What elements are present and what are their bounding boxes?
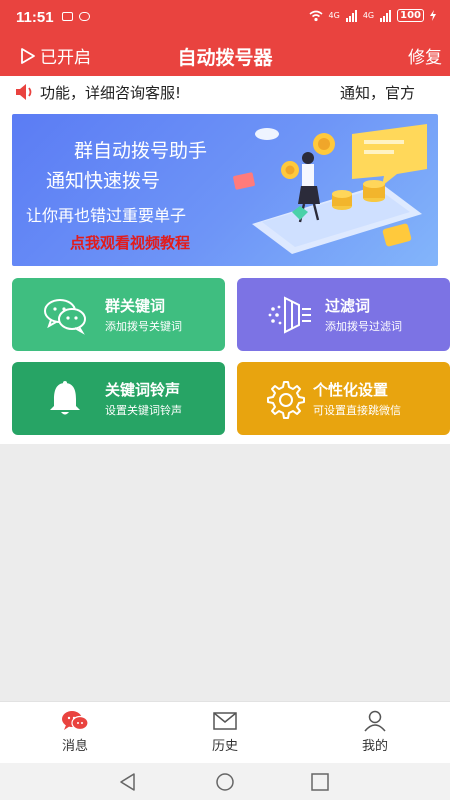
banner-line-1: 群自动拨号助手 (74, 140, 208, 162)
signal-icon-2 (380, 9, 392, 22)
tutorial-banner[interactable]: 群自动拨号助手 通知快速拨号 让你再也错过重要单子 点我观看视频教程 (12, 114, 438, 266)
card-subtitle: 设置关键词铃声 (105, 404, 182, 417)
card-group-keywords[interactable]: 群关键词 添加拨号关键词 (12, 278, 225, 351)
bell-icon (50, 381, 80, 415)
status-notification-icons (62, 12, 90, 21)
status-time: 11:51 (16, 9, 54, 26)
speaker-icon (14, 83, 36, 101)
signal-icon (345, 9, 357, 22)
back-icon[interactable] (118, 772, 138, 792)
message-notification-icon (62, 12, 73, 21)
wechat-icon (44, 299, 86, 335)
chat-icon (62, 711, 89, 731)
card-personalization[interactable]: 个性化设置 可设置直接跳微信 (237, 362, 450, 435)
charging-icon (430, 10, 436, 21)
chat-notification-icon (79, 12, 90, 21)
tab-label: 我的 (361, 739, 388, 754)
status-bar: 11:51 4G 4G 100 (0, 0, 450, 36)
banner-line-3: 让你再也错过重要单子 (26, 206, 187, 225)
card-keyword-ringtone[interactable]: 关键词铃声 设置关键词铃声 (12, 362, 225, 435)
notice-marquee[interactable]: 功能，详细咨询客服! 通知，官方 (0, 76, 450, 108)
repair-button[interactable]: 修复 (408, 43, 442, 68)
tab-messages[interactable]: 消息 (35, 710, 115, 754)
banner-line-2: 通知快速拨号 (46, 170, 161, 192)
notice-text: 功能，详细咨询客服! (40, 84, 182, 102)
home-icon[interactable] (215, 772, 235, 792)
mail-icon (213, 712, 237, 730)
system-nav-bar (0, 763, 450, 800)
card-subtitle: 添加拨号过滤词 (325, 320, 402, 333)
app-header: 已开启 自动拨号器 修复 (0, 36, 450, 76)
bottom-nav: 消息 历史 我的 (0, 701, 450, 763)
tab-label: 消息 (61, 739, 88, 754)
network-type-1: 4G (328, 11, 340, 20)
service-status-label: 已开启 (40, 48, 91, 68)
card-filter-words[interactable]: 过滤词 添加拨号过滤词 (237, 278, 450, 351)
main-content: 群自动拨号助手 通知快速拨号 让你再也错过重要单子 点我观看视频教程 群关键词 … (0, 108, 450, 444)
battery-indicator: 100 (397, 9, 424, 22)
tab-mine[interactable]: 我的 (335, 710, 415, 754)
card-title: 群关键词 (105, 297, 166, 315)
card-subtitle: 可设置直接跳微信 (313, 404, 401, 417)
filter-icon (268, 296, 311, 334)
card-title: 关键词铃声 (105, 381, 181, 399)
status-right: 4G 4G 100 (309, 9, 436, 22)
banner-cta[interactable]: 点我观看视频教程 (70, 232, 190, 253)
tab-label: 历史 (211, 739, 238, 754)
notice-text-next: 通知，官方 (340, 84, 416, 102)
user-icon (364, 710, 386, 732)
service-status-toggle[interactable]: 已开启 (20, 43, 91, 68)
card-title: 个性化设置 (313, 381, 389, 399)
tab-history[interactable]: 历史 (185, 710, 265, 754)
network-type-2: 4G (362, 11, 375, 20)
wifi-icon (309, 10, 323, 21)
play-icon (21, 47, 35, 64)
recents-icon[interactable] (310, 772, 330, 792)
card-title: 过滤词 (325, 297, 371, 315)
card-subtitle: 添加拨号关键词 (105, 320, 182, 333)
gear-icon (267, 381, 305, 419)
